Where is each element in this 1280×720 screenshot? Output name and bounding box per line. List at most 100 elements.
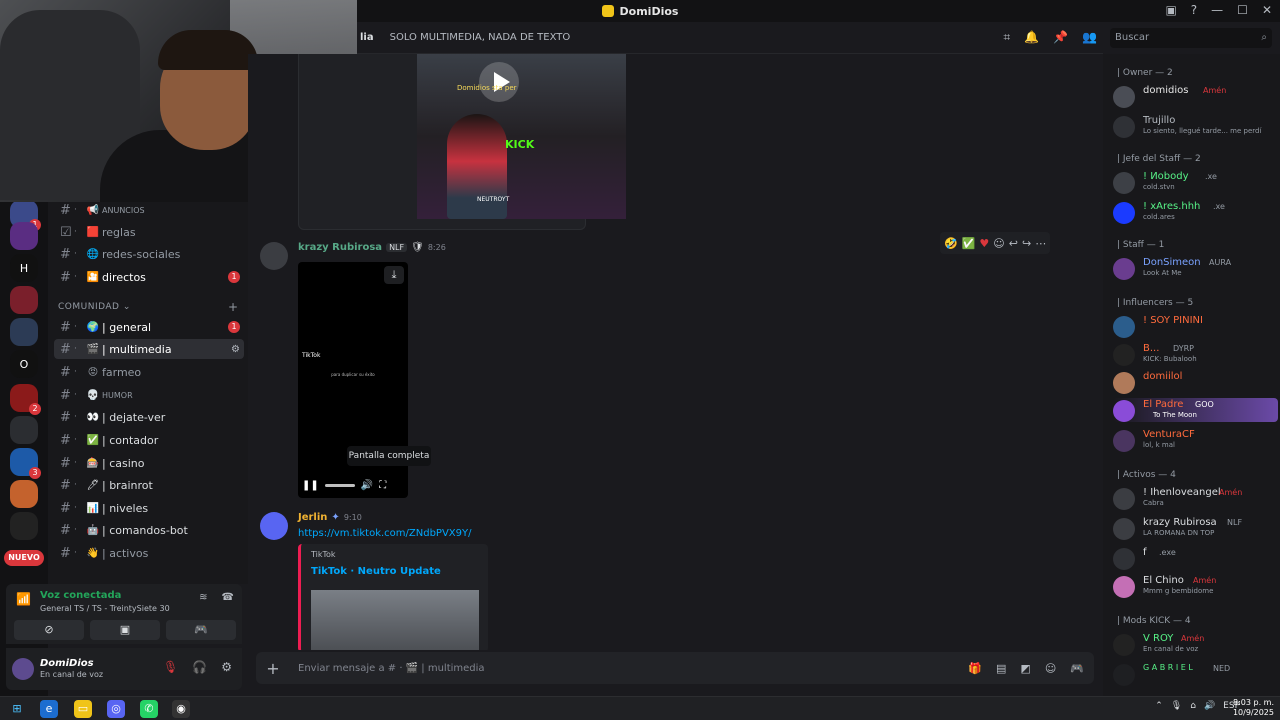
channel-item[interactable]: # · 📢 ANUNCIOS [54,200,244,220]
server-icon[interactable]: O [10,350,38,378]
camera-off-button[interactable]: ⊘ [14,620,84,640]
deafen-icon[interactable]: 🎧 [192,660,207,674]
channel-item[interactable]: # · 👋 | activos [54,543,244,563]
server-icon[interactable]: 2 [10,384,41,415]
server-icon[interactable] [10,480,38,508]
channel-item-multimedia[interactable]: # · 🎬 | multimedia ⚙ [54,339,244,359]
avatar[interactable] [260,512,288,540]
member-item[interactable]: ! xAres.hhh .xe cold.ares [1113,200,1278,224]
embed-title[interactable]: TikTok · Neutro Update [311,566,441,577]
forward-icon[interactable]: ↪ [1022,237,1031,250]
download-icon[interactable]: ⤓ [384,266,404,284]
heart-reaction-icon[interactable]: ♥ [979,237,989,250]
member-item[interactable]: domiilol [1113,370,1278,394]
minimize-button[interactable]: — [1211,3,1223,17]
members-icon[interactable]: 👥 [1082,30,1097,45]
username[interactable]: DomiDios [40,658,94,669]
server-icon[interactable] [10,318,38,346]
server-icon[interactable] [10,512,38,540]
edge-icon[interactable]: e [40,700,58,718]
member-item[interactable]: V ROY Amén En canal de voz [1113,632,1278,656]
member-item[interactable]: ! SOY PININI [1113,314,1278,338]
member-item[interactable]: krazy Rubirosa NLF LA ROMANA DN TOP [1113,516,1278,540]
chevron-up-icon[interactable]: ⌃ [1155,701,1163,711]
disconnect-icon[interactable]: ☎ [222,592,234,603]
play-icon[interactable] [479,62,519,102]
whatsapp-icon[interactable]: ✆ [140,700,158,718]
message-author[interactable]: Jerlin [298,512,327,523]
inbox-icon[interactable]: ▣ [1165,3,1176,17]
message-link[interactable]: https://vm.tiktok.com/ZNdbPVX9Y/ [298,528,472,539]
close-button[interactable]: ✕ [1262,3,1272,17]
server-icon[interactable] [10,416,38,444]
server-icon[interactable] [10,222,38,250]
volume-icon[interactable]: 🔊 [1204,701,1215,711]
mic-icon[interactable]: 🎙 [1171,701,1182,711]
channel-item[interactable]: # · 📊 | niveles [54,498,244,518]
pause-icon[interactable]: ❚❚ [302,480,319,491]
voice-channel[interactable]: General TS / TS - TreintySiete 30 [40,604,170,613]
apps-icon[interactable]: 🎮 [1070,662,1084,675]
bell-icon[interactable]: 🔔 [1024,30,1039,45]
channel-item[interactable]: # · ✅ | contador [54,430,244,450]
server-icon[interactable]: H [10,254,38,282]
add-channel-icon[interactable]: + [228,300,238,314]
video-thumbnail[interactable]: Domidios sta per KICK NEUTROYT [417,54,626,219]
channel-item[interactable]: # · 🎦 directos 1 [54,267,244,287]
fullscreen-icon[interactable]: ⛶ [379,480,386,491]
sticker-icon[interactable]: ◩ [1020,662,1030,675]
server-icon[interactable] [10,286,38,314]
member-item[interactable]: DonSimeon AURA Look At Me [1113,256,1278,280]
maximize-button[interactable]: ☐ [1237,3,1248,17]
member-item[interactable]: ! Ihenloveangel Amén Cabra [1113,486,1278,510]
check-reaction-icon[interactable]: ✅ [962,237,976,250]
link-embed[interactable]: TikTok TikTok · Neutro Update [298,544,488,650]
start-icon[interactable]: ⊞ [8,700,26,718]
clock[interactable]: 8:03 p. m. 10/9/2025 [1233,698,1274,718]
category-label[interactable]: COMUNIDAD ⌄ [58,302,131,312]
volume-icon[interactable]: 🔊 [361,480,373,491]
channel-item[interactable]: ☑ · 🟥 reglas [54,222,244,242]
member-item[interactable]: ! Иobody .xe cold.stvn [1113,170,1278,194]
gear-icon[interactable]: ⚙ [221,660,232,674]
obs-icon[interactable]: ◉ [172,700,190,718]
member-item[interactable]: Trujillo Lo siento, llegué tarde... me pe… [1113,114,1278,138]
discord-icon[interactable]: ◎ [107,700,125,718]
member-item[interactable]: G A B R I E L NED [1113,662,1278,686]
help-icon[interactable]: ? [1191,3,1197,17]
laugh-reaction-icon[interactable]: 🤣 [944,237,958,250]
embed-image[interactable] [311,590,479,650]
threads-icon[interactable]: ⌗ [1003,30,1010,45]
message-composer[interactable]: + Enviar mensaje a # · 🎬 | multimedia 🎁 … [256,652,1094,684]
message-input[interactable]: Enviar mensaje a # · 🎬 | multimedia [290,663,968,674]
new-badge[interactable]: NUEVO [4,550,44,566]
mic-muted-icon[interactable]: 🎙 [163,660,178,674]
gif-icon[interactable]: ▤ [996,662,1006,675]
member-item[interactable]: El Chino Amén Mmm g bembidome [1113,574,1278,598]
more-icon[interactable]: ⋯ [1035,237,1046,250]
pin-icon[interactable]: 📌 [1053,30,1068,45]
search-input[interactable]: Buscar ⌕ [1110,28,1272,48]
channel-item[interactable]: # · 🌍 | general 1 [54,317,244,337]
add-reaction-icon[interactable]: ☺ [993,237,1004,250]
server-icon[interactable]: 3 [10,448,41,479]
add-attachment-icon[interactable]: + [256,659,290,678]
noise-suppression-icon[interactable]: ≋ [199,592,207,603]
member-item[interactable]: VenturaCF lol, k mal [1113,428,1278,452]
activity-button[interactable]: 🎮 [166,620,236,640]
channel-item[interactable]: # · 🌐 redes-sociales [54,244,244,264]
member-item[interactable]: domidios Amén [1113,84,1278,108]
channel-item[interactable]: # · 😡 farmeo [54,362,244,382]
avatar[interactable] [12,658,34,680]
file-explorer-icon[interactable]: ▭ [74,700,92,718]
emoji-icon[interactable]: ☺ [1045,662,1056,675]
screen-share-button[interactable]: ▣ [90,620,160,640]
reply-icon[interactable]: ↩ [1009,237,1018,250]
member-item[interactable]: f .exe [1113,546,1278,570]
channel-item[interactable]: # · 💀 HUMOR [54,385,244,405]
network-icon[interactable]: ⌂ [1190,701,1196,711]
channel-item[interactable]: # · 👀 | dejate-ver [54,407,244,427]
video-embed[interactable]: Domidios sta per KICK NEUTROYT [298,54,626,230]
gift-icon[interactable]: 🎁 [968,662,982,675]
channel-item[interactable]: # · 🤖 | comandos-bot [54,520,244,540]
